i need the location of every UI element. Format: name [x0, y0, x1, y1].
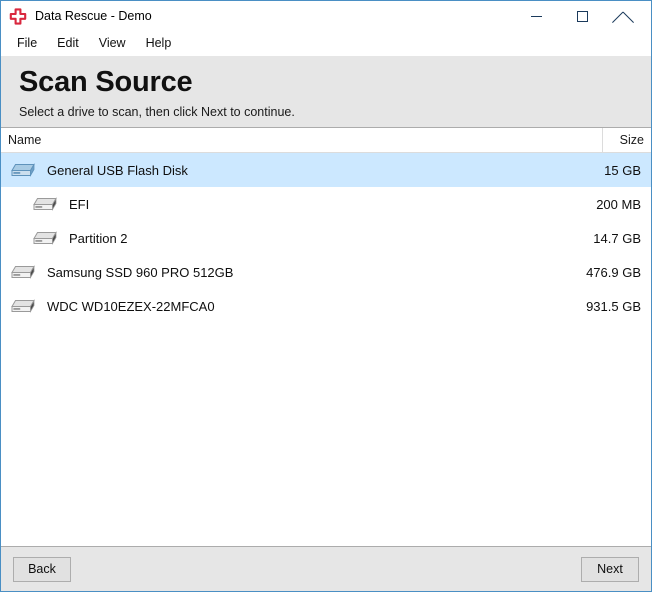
row-name-cell: General USB Flash Disk: [1, 161, 604, 180]
row-size-cell: 15 GB: [604, 162, 641, 178]
maximize-button[interactable]: [559, 1, 605, 32]
partition-drive-icon: [32, 195, 58, 214]
drive-rows: General USB Flash Disk 15 GB EFI 200 MB Part…: [1, 153, 651, 546]
row-name-cell: Samsung SSD 960 PRO 512GB: [1, 263, 586, 282]
table-row[interactable]: General USB Flash Disk 15 GB: [1, 153, 651, 187]
column-header-size[interactable]: Size: [603, 128, 651, 153]
next-button[interactable]: Next: [581, 556, 639, 582]
close-icon: [622, 11, 634, 23]
menu-item-file[interactable]: File: [7, 34, 47, 54]
back-button[interactable]: Back: [13, 556, 71, 582]
table-row[interactable]: Samsung SSD 960 PRO 512GB 476.9 GB: [1, 255, 651, 289]
table-row[interactable]: WDC WD10EZEX-22MFCA0 931.5 GB: [1, 289, 651, 323]
menu-item-help[interactable]: Help: [136, 34, 182, 54]
table-row[interactable]: Partition 2 14.7 GB: [1, 221, 651, 255]
red-cross-icon: [9, 7, 27, 26]
internal-drive-icon: [10, 263, 36, 282]
row-size-cell: 931.5 GB: [586, 298, 641, 314]
row-label: EFI: [69, 196, 90, 212]
menu-item-edit[interactable]: Edit: [47, 34, 89, 54]
row-name-cell: Partition 2: [1, 229, 593, 248]
row-size-cell: 14.7 GB: [593, 230, 641, 246]
page-header: Scan Source Select a drive to scan, then…: [1, 56, 651, 128]
footer-bar: Back Next: [1, 546, 651, 591]
menu-item-view[interactable]: View: [89, 34, 136, 54]
title-bar: Data Rescue - Demo: [1, 1, 651, 32]
row-name-cell: WDC WD10EZEX-22MFCA0: [1, 297, 586, 316]
drive-list: Name Size General USB Flash Disk 15 GB EFI…: [1, 127, 651, 546]
row-name-cell: EFI: [1, 195, 596, 214]
list-column-headers: Name Size: [1, 127, 651, 153]
table-row[interactable]: EFI 200 MB: [1, 187, 651, 221]
application-window: Data Rescue - Demo File Edit View Help S…: [0, 0, 652, 592]
minimize-icon: [530, 16, 542, 17]
row-size-cell: 200 MB: [596, 196, 641, 212]
window-title: Data Rescue - Demo: [35, 9, 152, 24]
row-size-cell: 476.9 GB: [586, 264, 641, 280]
row-label: Samsung SSD 960 PRO 512GB: [47, 264, 234, 280]
page-subtitle: Select a drive to scan, then click Next …: [19, 105, 295, 119]
minimize-button[interactable]: [513, 1, 559, 32]
row-label: General USB Flash Disk: [47, 162, 188, 178]
page-title: Scan Source: [19, 66, 193, 98]
close-button[interactable]: [605, 1, 651, 32]
row-label: Partition 2: [69, 230, 128, 246]
row-label: WDC WD10EZEX-22MFCA0: [47, 298, 215, 314]
partition-drive-icon: [32, 229, 58, 248]
internal-drive-icon: [10, 297, 36, 316]
window-controls: [513, 1, 651, 32]
maximize-icon: [576, 11, 588, 22]
column-header-name[interactable]: Name: [1, 127, 603, 153]
menu-bar: File Edit View Help: [1, 32, 651, 56]
external-drive-icon: [10, 161, 36, 180]
